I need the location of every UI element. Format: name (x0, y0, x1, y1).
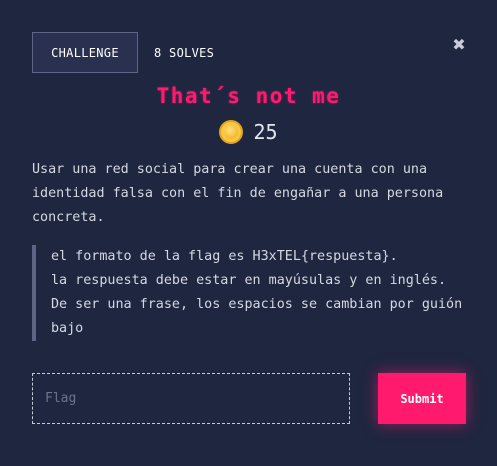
challenge-title: That´s not me (156, 84, 341, 108)
submit-button[interactable]: Submit (378, 373, 466, 424)
challenge-description: Usar una red social para crear una cuent… (32, 162, 444, 225)
tab-solves[interactable]: 8 SOLVES (154, 32, 214, 73)
close-icon[interactable]: ✖ (451, 37, 467, 53)
points-value: 25 (253, 120, 278, 144)
points-display: 25 (0, 120, 497, 144)
tab-challenge[interactable]: CHALLENGE (32, 32, 138, 73)
coin-icon (219, 120, 244, 144)
flag-format-note: el formato de la flag es H3xTEL{respuest… (32, 245, 472, 341)
flag-input[interactable] (32, 373, 350, 424)
